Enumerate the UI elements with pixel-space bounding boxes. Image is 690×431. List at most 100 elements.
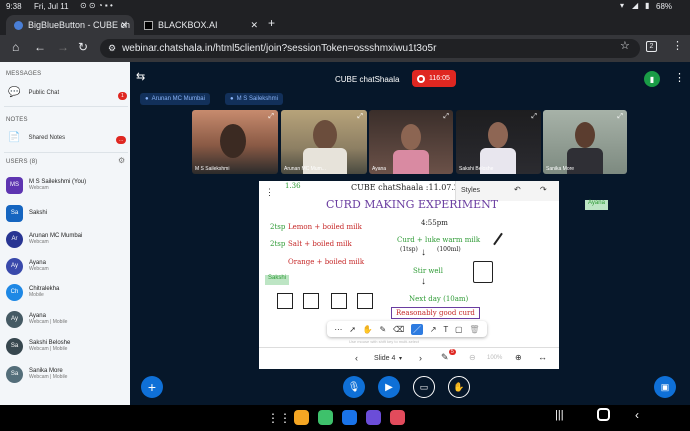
back-icon[interactable]: ← (34, 40, 46, 54)
participant-video (401, 124, 421, 150)
user-status: Mobile (29, 292, 44, 298)
recent-apps-icon[interactable]: ||| (555, 409, 564, 421)
user-list-item[interactable]: Ay Ayana Webcam (6, 255, 49, 277)
video-tile[interactable]: Ayana ⤢ (369, 110, 453, 174)
home-button-icon[interactable] (597, 408, 610, 421)
zoom-in-icon[interactable]: ⊕ (515, 353, 522, 362)
close-tab-icon[interactable]: ✕ (250, 20, 258, 31)
address-bar[interactable]: ⚙ webinar.chatshala.in/html5client/join?… (100, 39, 640, 58)
video-tile[interactable]: Sakshi Beloshe ⤢ (456, 110, 541, 174)
more-tools-icon[interactable]: ⋯ (334, 325, 342, 334)
next-slide-icon[interactable]: › (419, 353, 422, 363)
cup-drawing (331, 293, 347, 309)
avatar-initials: MS (10, 182, 19, 188)
tab-label: BLACKBOX.AI (158, 20, 218, 30)
expand-icon[interactable]: ⤢ (268, 113, 274, 121)
chevron-down-icon[interactable]: ▾ (399, 355, 402, 362)
camera-button[interactable]: ▶ (378, 376, 400, 398)
video-name: Sakshi Beloshe (459, 166, 494, 172)
participant-video (313, 120, 337, 150)
home-icon[interactable]: ⌂ (12, 40, 19, 54)
fit-to-width-icon[interactable]: ↔ (538, 352, 547, 362)
arrow-tool-icon[interactable]: ↗ (430, 325, 437, 334)
notes-icon: 📄 (8, 132, 21, 143)
glass-drawing (473, 261, 493, 283)
avatar: Sa (6, 365, 23, 383)
app-icon[interactable] (390, 410, 405, 425)
undo-icon[interactable]: ↶ (514, 185, 521, 194)
prev-slide-icon[interactable]: ‹ (355, 353, 358, 363)
hand-icon: ✋ (453, 381, 465, 392)
screen-share-button[interactable]: ▭ (413, 376, 435, 398)
options-menu-icon[interactable]: ⋮ (674, 71, 685, 84)
stir-label: Stir well (413, 267, 444, 275)
recording-indicator[interactable]: 116:05 (412, 70, 456, 87)
meeting-title: CUBE chatShaala (335, 75, 400, 84)
annotations-badge: 5 (449, 349, 456, 355)
zoom-level[interactable]: 100% (487, 355, 502, 361)
public-chat-label: Public Chat (28, 89, 60, 96)
connection-status-icon[interactable]: ▮ (644, 71, 660, 87)
slide-select[interactable]: Slide 4 (374, 355, 395, 362)
shared-notes-item[interactable]: 📄 Shared Notes (8, 132, 65, 143)
pen-tool-icon[interactable]: ／ (411, 323, 424, 335)
expand-icon[interactable]: ⤢ (617, 113, 623, 121)
app-icon[interactable] (342, 410, 357, 425)
actions-plus-button[interactable]: + (141, 376, 163, 398)
battery-icon: ▮ (645, 1, 650, 10)
avatar-initials: Ar (11, 236, 18, 242)
pencil-tool-icon[interactable]: ✎ (379, 325, 386, 334)
microphone-button[interactable]: 🎙 (343, 376, 365, 398)
reload-icon[interactable]: ↻ (78, 40, 88, 54)
select-tool-icon[interactable]: ➚ (349, 325, 356, 334)
whiteboard-menu-icon[interactable]: ⋮ (265, 187, 274, 198)
app-icon[interactable] (294, 410, 309, 425)
styles-button[interactable]: Styles (461, 187, 480, 194)
presentation-toggle-button[interactable]: ▣ (654, 376, 676, 398)
video-tile[interactable]: M S Sailekshmi ⤢ (192, 110, 278, 174)
app-icon[interactable] (318, 410, 333, 425)
raise-hand-button[interactable]: ✋ (448, 376, 470, 398)
video-tile[interactable]: Sanika More ⤢ (543, 110, 627, 174)
public-chat-item[interactable]: 💬 Public Chat (8, 87, 59, 98)
site-info-icon[interactable]: ⚙ (108, 43, 116, 54)
recording-time: 116:05 (429, 75, 450, 82)
bookmark-star-icon[interactable]: ☆ (620, 39, 630, 52)
down-arrow-icon: ↓ (421, 276, 426, 287)
video-tile[interactable]: Arunan MC Mum... ⤢ (281, 110, 367, 174)
tab-switcher-button[interactable]: 2 (646, 41, 657, 52)
expand-icon[interactable]: ⤢ (357, 113, 363, 121)
forward-icon[interactable]: → (57, 40, 69, 54)
zoom-out-icon[interactable]: ⊖ (469, 353, 476, 362)
android-taskbar: ⋮⋮ ||| ‹ (0, 405, 690, 431)
hand-tool-icon[interactable]: ✋ (363, 325, 373, 334)
tab-blackbox[interactable]: BLACKBOX.AI ✕ (136, 15, 264, 35)
user-name: Sakshi (29, 210, 48, 216)
cursor-label-ayana: Ayana (585, 200, 608, 210)
expand-icon[interactable]: ⤢ (531, 113, 537, 121)
delete-icon[interactable]: 🗑 (469, 325, 479, 334)
user-list-item[interactable]: Ar Arunan MC Mumbai Webcam (6, 228, 82, 250)
users-settings-gear-icon[interactable]: ⚙ (118, 156, 125, 165)
user-menu-icon[interactable]: ⇆ (136, 70, 145, 83)
redo-icon[interactable]: ↷ (540, 185, 547, 194)
app-grid-icon[interactable]: ⋮⋮ (267, 411, 291, 425)
back-button-icon[interactable]: ‹ (635, 408, 639, 422)
text-tool-icon[interactable]: T (443, 325, 448, 334)
note-tool-icon[interactable]: ▢ (455, 325, 463, 334)
close-tab-icon[interactable]: ✕ (120, 20, 128, 31)
new-tab-button[interactable]: + (268, 16, 275, 30)
user-list-item[interactable]: Ay Ayana Webcam | Mobile (6, 308, 67, 330)
user-list-item[interactable]: MS M S Sailekshmi (You) Webcam (6, 174, 86, 196)
expand-icon[interactable]: ⤢ (443, 113, 449, 121)
user-list-item[interactable]: Sa Sanika More Webcam | Mobile (6, 363, 67, 385)
user-list-item[interactable]: Sa Sakshi Beloshe Webcam | Mobile (6, 335, 70, 357)
browser-menu-icon[interactable]: ⋮ (672, 39, 683, 52)
user-list-item[interactable]: Ch Chitralekha Mobile (6, 281, 59, 303)
eraser-tool-icon[interactable]: ⌫ (393, 325, 404, 334)
tab-bigbluebutton[interactable]: BigBlueButton - CUBE ch ✕ (6, 15, 134, 35)
annotations-icon[interactable]: ✎ (441, 352, 449, 363)
user-list-item[interactable]: Sa Sakshi (6, 202, 47, 224)
whiteboard[interactable]: ⋮ 1.36 CUBE chatShaala :11.07.2025 Style… (259, 181, 559, 369)
app-icon[interactable] (366, 410, 381, 425)
